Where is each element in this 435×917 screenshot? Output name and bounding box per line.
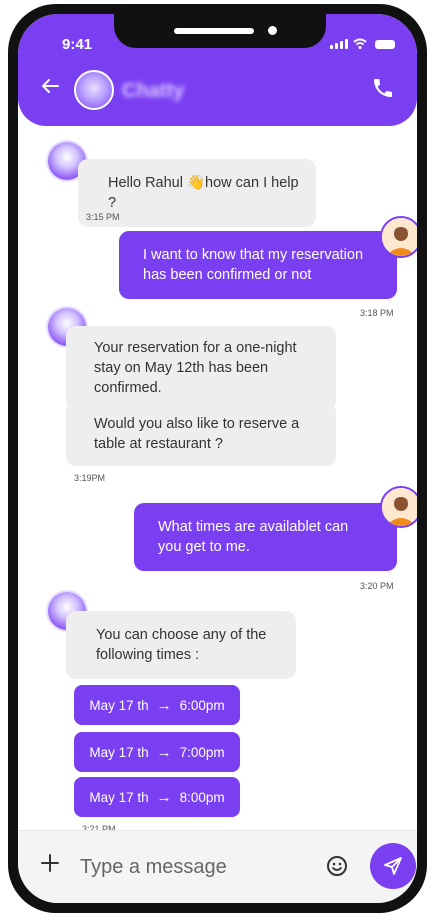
option-date: May 17 th — [89, 789, 149, 805]
message-time: 3:15 PM — [86, 212, 120, 222]
bot-message: Your reservation for a one-night stay on… — [66, 326, 336, 410]
message-time: 3:20 PM — [360, 581, 394, 591]
time-option-button[interactable]: May 17 th → 7:00pm — [74, 732, 240, 772]
option-date: May 17 th — [89, 744, 149, 760]
camera-dot — [268, 26, 277, 35]
option-date: May 17 th — [89, 697, 149, 713]
time-option-button[interactable]: May 17 th → 6:00pm — [74, 685, 240, 725]
back-arrow-icon[interactable] — [40, 76, 60, 96]
chat-screen: 9:41 Chatty Hello Rahul 👋how can I help … — [18, 14, 417, 903]
user-avatar — [380, 216, 417, 258]
phone-notch — [114, 14, 326, 48]
option-time: 6:00pm — [179, 697, 225, 713]
phone-call-icon[interactable] — [371, 76, 395, 100]
emoji-icon[interactable] — [326, 855, 348, 877]
user-message: What times are availablet can you get to… — [134, 503, 397, 571]
option-time: 7:00pm — [179, 744, 225, 760]
bot-message: You can choose any of the following time… — [66, 611, 296, 679]
status-time: 9:41 — [62, 36, 93, 53]
wifi-icon — [353, 38, 367, 49]
arrow-right-icon: → — [156, 788, 172, 806]
chat-header: 9:41 Chatty — [18, 14, 417, 126]
message-composer — [18, 830, 417, 903]
plus-icon[interactable] — [40, 853, 60, 873]
message-time: 3:19PM — [74, 473, 106, 483]
signal-icon — [330, 39, 348, 49]
battery-icon — [375, 40, 395, 49]
arrow-right-icon: → — [156, 696, 172, 714]
bot-avatar[interactable] — [74, 70, 114, 110]
send-icon — [384, 857, 402, 875]
user-avatar — [380, 486, 417, 528]
arrow-right-icon: → — [156, 743, 172, 761]
status-icons — [330, 38, 395, 49]
message-time: 3:18 PM — [360, 308, 394, 318]
message-input[interactable] — [78, 849, 312, 885]
phone-frame: 9:41 Chatty Hello Rahul 👋how can I help … — [8, 4, 427, 913]
send-button[interactable] — [370, 843, 416, 889]
user-message: I want to know that my reservation has b… — [119, 231, 397, 299]
bot-message: Would you also like to reserve a table a… — [66, 402, 336, 466]
option-time: 8:00pm — [179, 789, 225, 805]
chat-title: Chatty — [122, 80, 185, 102]
time-option-button[interactable]: May 17 th → 8:00pm — [74, 777, 240, 817]
speaker-grille — [174, 28, 254, 34]
